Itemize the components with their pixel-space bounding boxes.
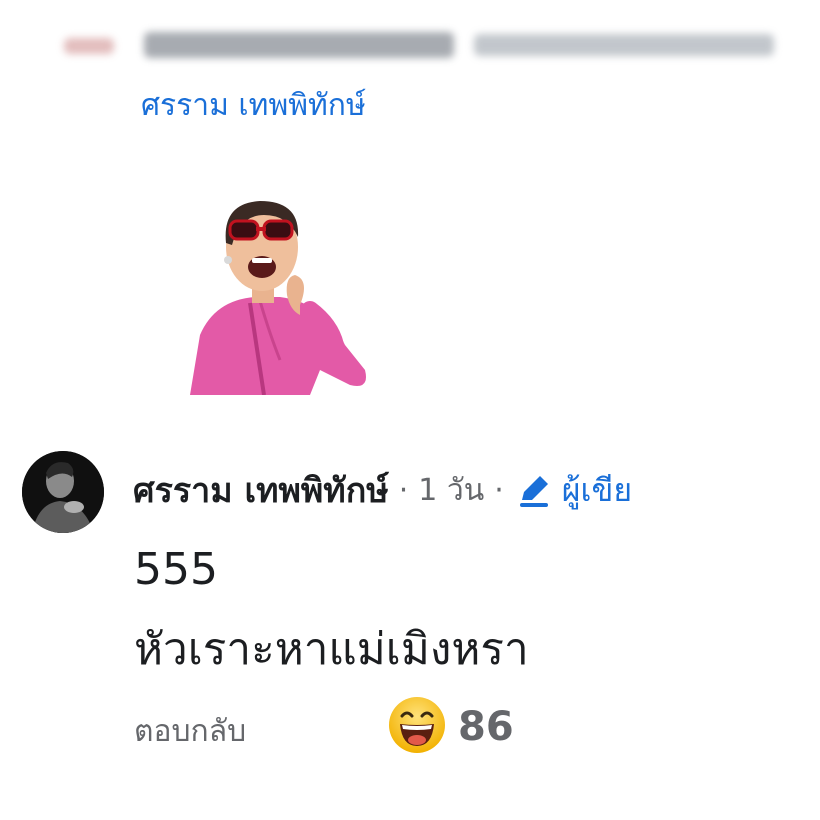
comment-meta-row: ศรราม เทพพิทักษ์ · 1 วัน · ผู้เขีย [133, 466, 820, 514]
blurred-breadcrumb [64, 26, 794, 66]
comment-timestamp[interactable]: 1 วัน [418, 467, 484, 514]
comment-text-line: หัวเราะหาแม่เมิงหรา [134, 624, 529, 675]
blurred-segment [474, 34, 774, 56]
blurred-segment [64, 38, 114, 54]
reaction-count: 86 [458, 704, 514, 750]
reaction-summary[interactable]: 86 [388, 697, 514, 757]
blurred-segment [144, 32, 454, 58]
haha-emoji-icon [388, 696, 446, 758]
author-badge: ผู้เขีย [561, 470, 633, 509]
comment-thread-screenshot: ศรราม เทพพิทักษ์ ศรราม เทพพิทักษ์ · 1 วั… [0, 0, 820, 820]
separator-dot: · [494, 472, 504, 508]
comment-text-line: 555 [134, 544, 218, 595]
animated-avatar-sticker [160, 185, 370, 396]
mention-link[interactable]: ศรราม เทพพิทักษ์ [141, 82, 366, 129]
pencil-icon [514, 470, 554, 510]
comment-author-name[interactable]: ศรราม เทพพิทักษ์ [133, 466, 389, 514]
reply-button[interactable]: ตอบกลับ [134, 708, 246, 755]
separator-dot: · [398, 472, 409, 508]
avatar[interactable] [22, 451, 104, 533]
